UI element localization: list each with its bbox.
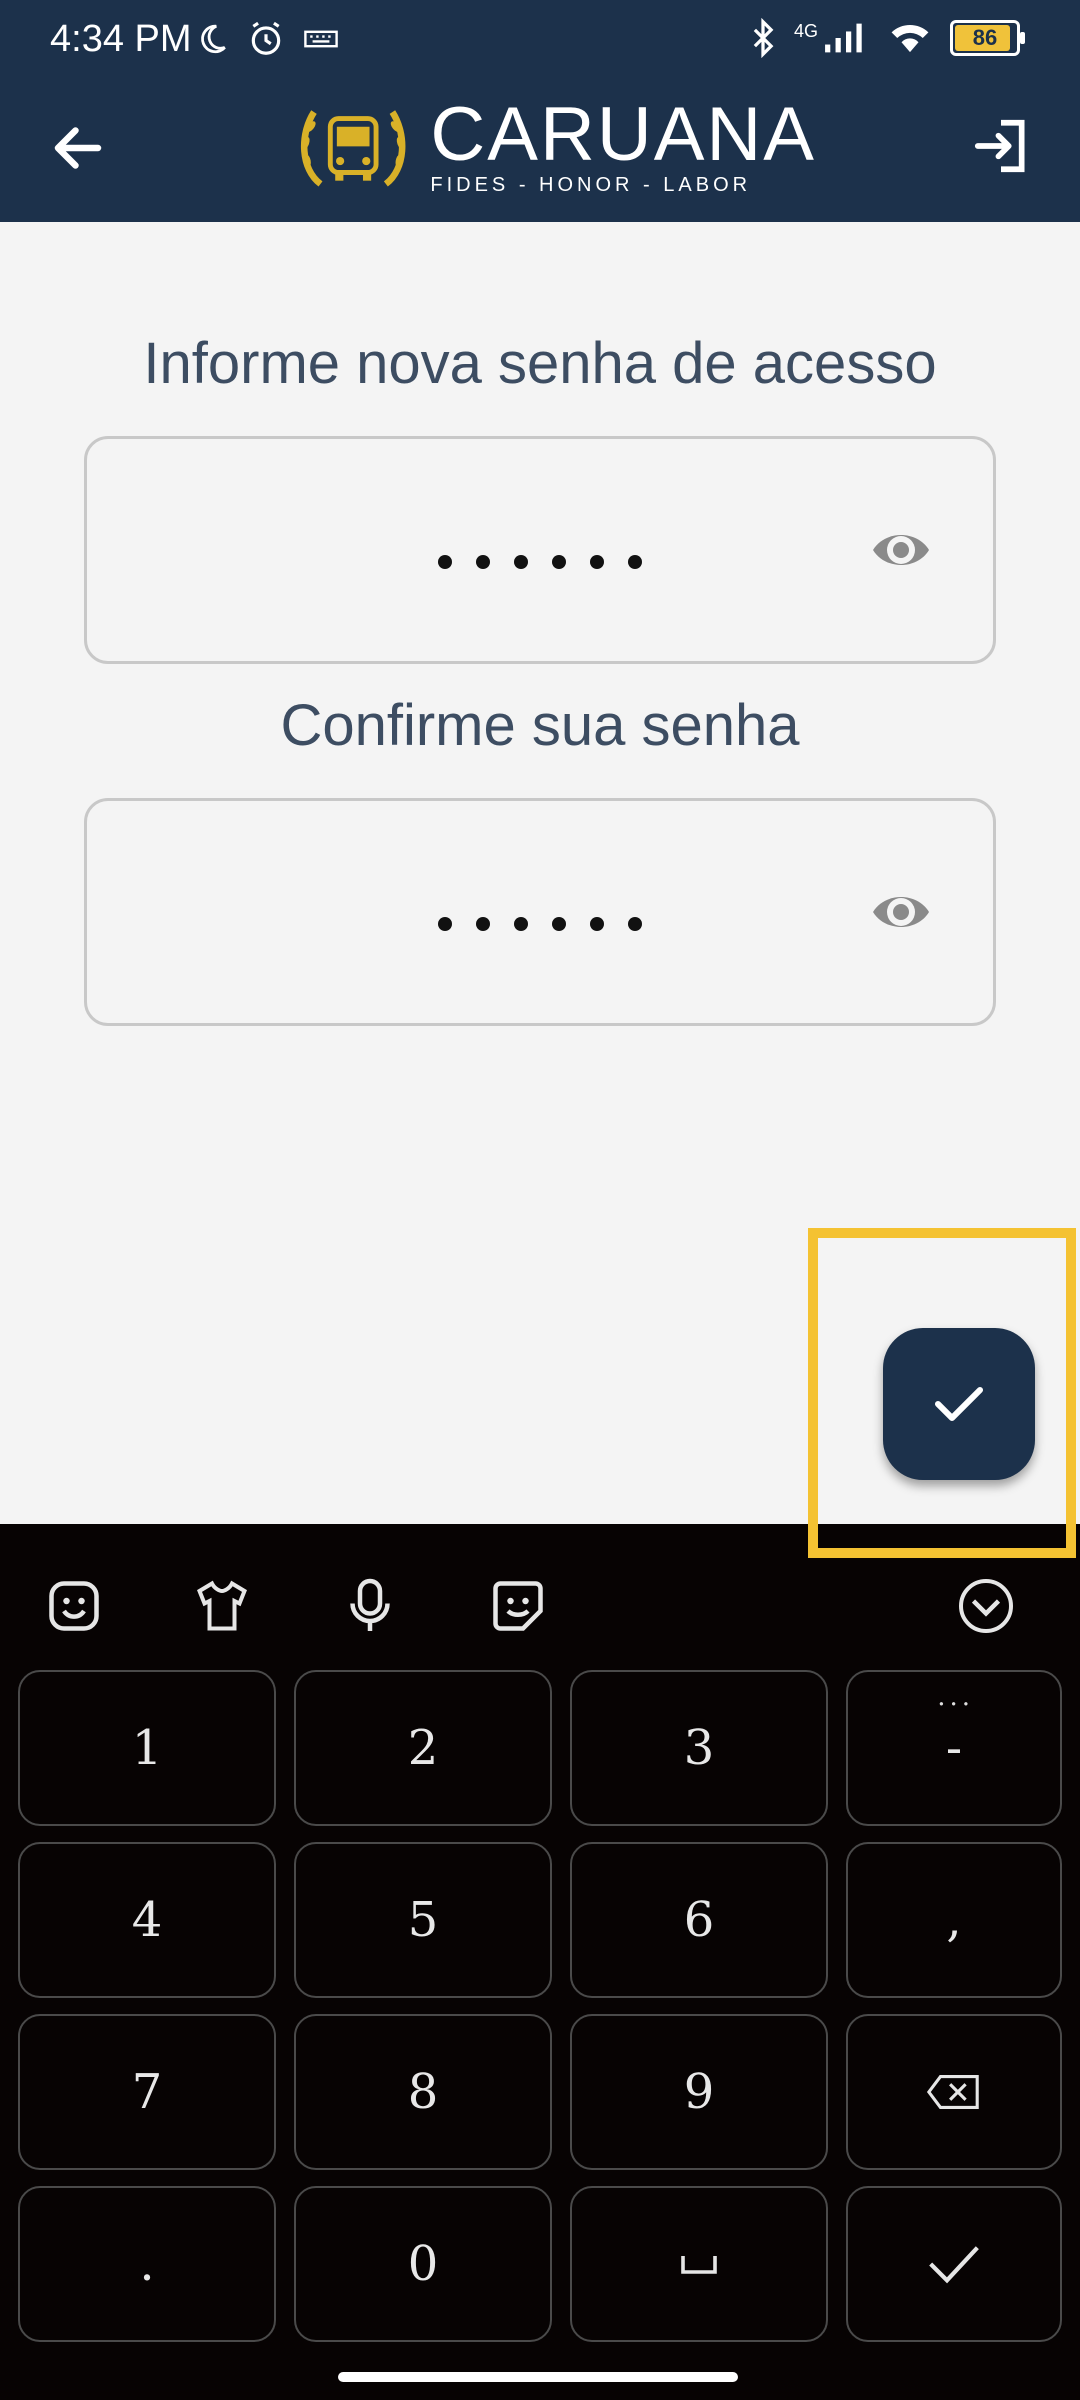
confirm-password-field[interactable]: •••••• <box>84 798 996 1026</box>
confirm-password-label: Confirme sua senha <box>280 693 800 758</box>
bus-wreath-logo-icon <box>301 110 406 187</box>
backspace-icon <box>926 2074 979 2110</box>
key-backspace[interactable]: ⌫ <box>846 2014 1062 2170</box>
space-icon <box>681 2256 717 2274</box>
key-enter[interactable]: ✓ <box>846 2186 1062 2342</box>
emoji-icon[interactable] <box>44 1576 104 1636</box>
new-password-label: Informe nova senha de acesso <box>143 331 937 396</box>
microphone-icon[interactable] <box>340 1576 400 1636</box>
keyboard-icon <box>304 30 338 48</box>
wifi-icon <box>891 25 929 53</box>
key-2[interactable]: 2 <box>294 1670 552 1826</box>
key-9[interactable]: 9 <box>570 2014 828 2170</box>
key-8[interactable]: 8 <box>294 2014 552 2170</box>
battery-icon: 86 <box>950 20 1025 56</box>
network-type: 4G <box>793 20 818 41</box>
logo-subtitle: FIDES - HONOR - LABOR <box>430 173 752 196</box>
app-header: 4:34 PM 4G 86 CARUANA FIDES - HONOR - LA… <box>0 0 1080 222</box>
alarm-icon <box>251 21 281 55</box>
keyboard-toolbar <box>0 1548 1080 1648</box>
key-minus-label: - <box>945 1720 963 1776</box>
signal-icon <box>825 23 862 53</box>
more-symbols-indicator: ... <box>937 1682 974 1712</box>
logo: CARUANA FIDES - HONOR - LABOR <box>296 92 816 204</box>
home-indicator[interactable] <box>338 2372 738 2382</box>
key-7[interactable]: 7 <box>18 2014 276 2170</box>
shirt-icon[interactable] <box>192 1576 252 1636</box>
key-space[interactable]: ␣ <box>570 2186 828 2342</box>
collapse-icon[interactable] <box>956 1576 1016 1636</box>
sticker-icon[interactable] <box>488 1576 548 1636</box>
eye-icon[interactable] <box>869 887 933 937</box>
status-icons-left <box>195 20 339 58</box>
key-minus[interactable]: ... - <box>846 1670 1062 1826</box>
key-comma[interactable]: , <box>846 1842 1062 1998</box>
moon-icon <box>201 24 226 54</box>
key-6[interactable]: 6 <box>570 1842 828 1998</box>
status-icons-right: 4G 86 <box>750 18 1025 58</box>
battery-level: 86 <box>972 25 998 50</box>
on-screen-keyboard: 1 2 3 ... - 4 5 6 , 7 8 9 ⌫ . 0 ␣ ✓ <box>0 1524 1080 2400</box>
bluetooth-icon <box>753 18 774 58</box>
arrow-left-icon[interactable] <box>48 118 108 178</box>
key-4[interactable]: 4 <box>18 1842 276 1998</box>
status-time: 4:34 PM <box>50 18 192 60</box>
eye-icon[interactable] <box>869 525 933 575</box>
key-3[interactable]: 3 <box>570 1670 828 1826</box>
new-password-value <box>87 543 993 577</box>
key-period[interactable]: . <box>18 2186 276 2342</box>
check-icon <box>929 2246 979 2284</box>
confirm-password-value <box>87 905 993 939</box>
highlight-frame <box>808 1228 1076 1558</box>
logo-title: CARUANA <box>430 91 816 177</box>
key-5[interactable]: 5 <box>294 1842 552 1998</box>
key-1[interactable]: 1 <box>18 1670 276 1826</box>
key-0[interactable]: 0 <box>294 2186 552 2342</box>
exit-icon[interactable] <box>970 115 1032 177</box>
new-password-field[interactable]: •••••• <box>84 436 996 664</box>
